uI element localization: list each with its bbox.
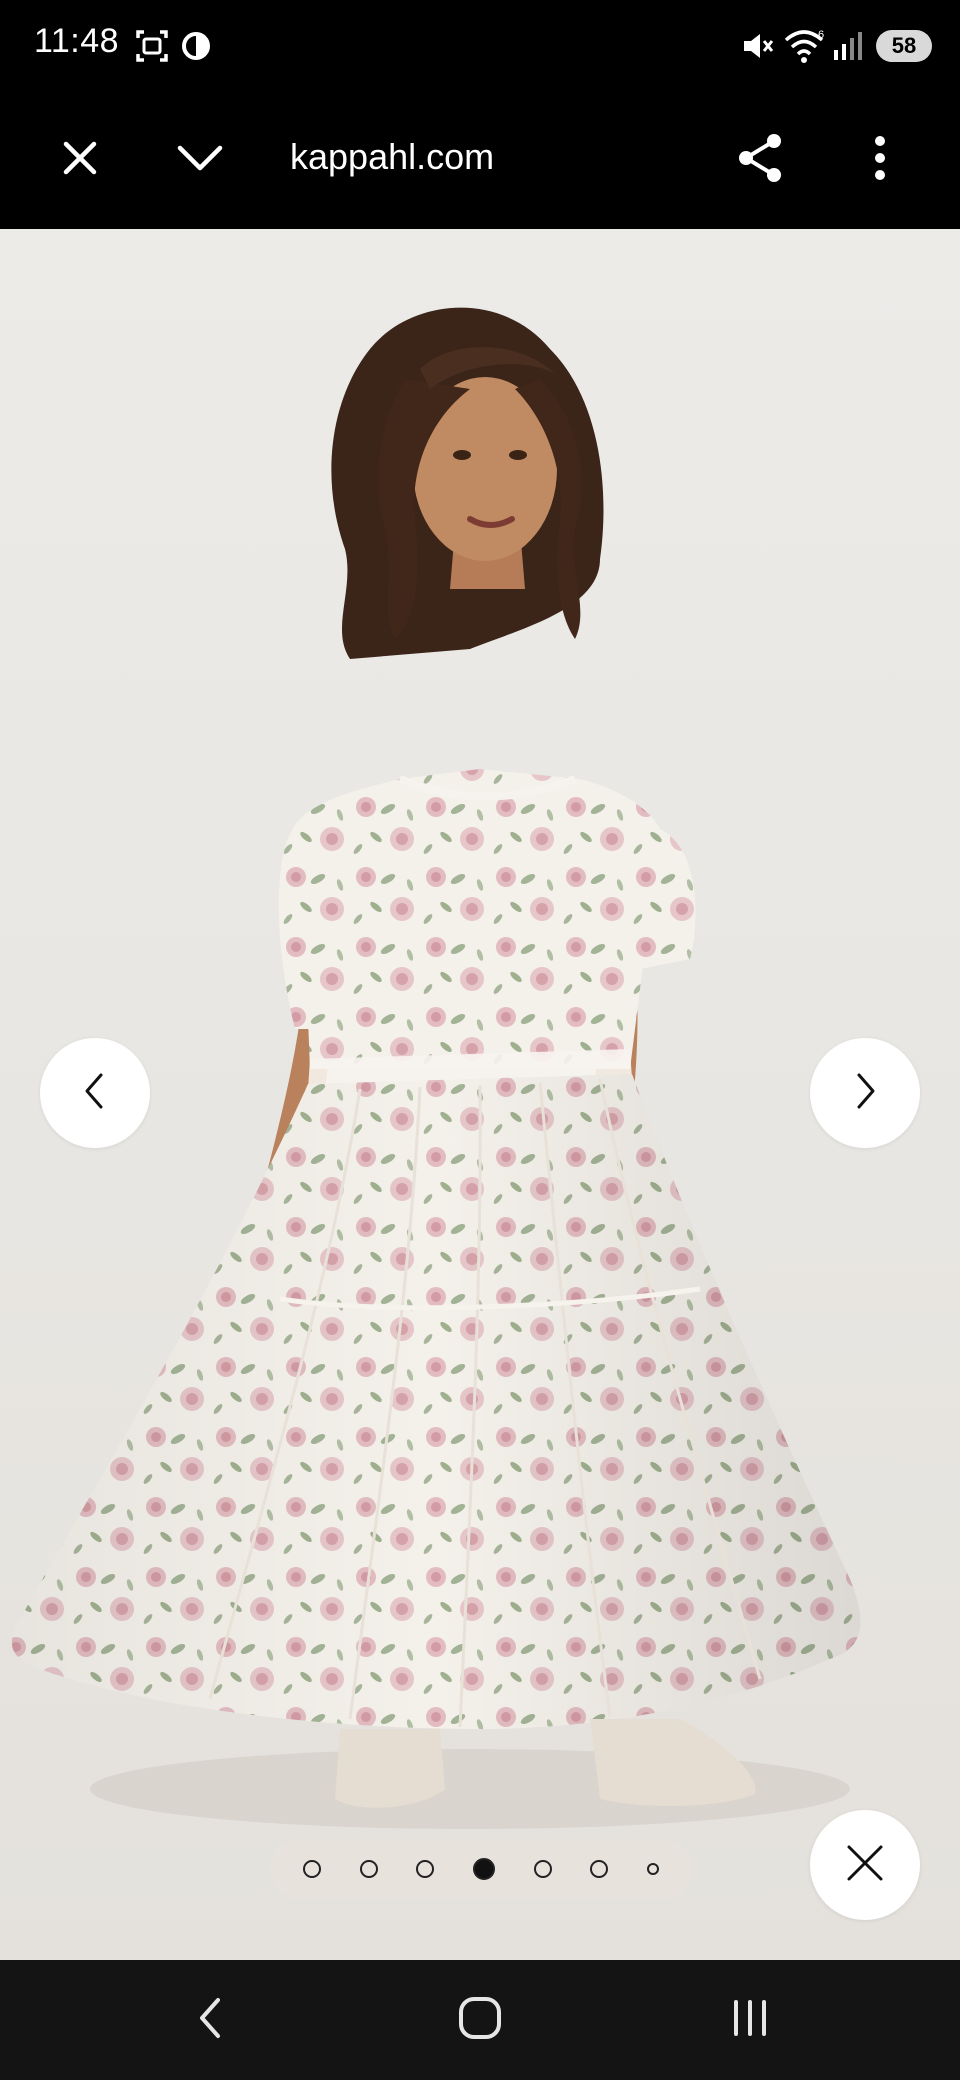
svg-text:6: 6 <box>818 29 824 41</box>
screenshot-icon <box>132 26 172 66</box>
wifi-icon: 6 <box>782 26 828 66</box>
browser-toolbar: kappahl.com <box>0 92 960 321</box>
mute-icon <box>738 26 778 66</box>
status-bar: 11:48 6 58 <box>0 0 960 92</box>
home-button[interactable] <box>430 1980 530 2060</box>
more-options-button[interactable] <box>838 118 922 202</box>
home-icon <box>457 1995 503 2046</box>
close-icon <box>845 1843 885 1888</box>
share-button[interactable] <box>718 118 802 202</box>
more-vert-icon <box>873 134 887 187</box>
chevron-down-icon <box>176 138 224 183</box>
share-icon <box>735 132 785 189</box>
system-nav-bar <box>0 1960 960 2080</box>
status-time: 11:48 <box>34 22 120 60</box>
close-icon <box>60 138 100 183</box>
back-button[interactable] <box>160 1980 260 2060</box>
image-pagination <box>270 1839 692 1899</box>
pagination-dot-7[interactable] <box>646 1863 659 1875</box>
pagination-dot-5[interactable] <box>533 1860 552 1878</box>
next-image-button[interactable] <box>810 1038 920 1148</box>
pagination-dot-4-active[interactable] <box>472 1858 495 1880</box>
image-viewer[interactable] <box>0 229 960 1960</box>
battery-icon: 58 <box>876 30 932 62</box>
pagination-dot-3[interactable] <box>416 1860 435 1878</box>
pagination-dot-2[interactable] <box>359 1860 378 1878</box>
prev-image-button[interactable] <box>40 1038 150 1148</box>
close-viewer-button[interactable] <box>810 1810 920 1920</box>
data-saver-icon <box>176 26 216 66</box>
pagination-dot-6[interactable] <box>590 1860 609 1878</box>
chevron-right-icon <box>851 1071 879 1116</box>
back-icon <box>194 1994 226 2047</box>
chevron-left-icon <box>81 1071 109 1116</box>
url-text[interactable]: kappahl.com <box>290 136 494 178</box>
pagination-dot-1[interactable] <box>303 1860 322 1878</box>
signal-icon <box>830 26 870 66</box>
recents-icon <box>728 1996 772 2045</box>
recents-button[interactable] <box>700 1980 800 2060</box>
close-tab-button[interactable] <box>38 118 122 202</box>
minimize-button[interactable] <box>158 118 242 202</box>
